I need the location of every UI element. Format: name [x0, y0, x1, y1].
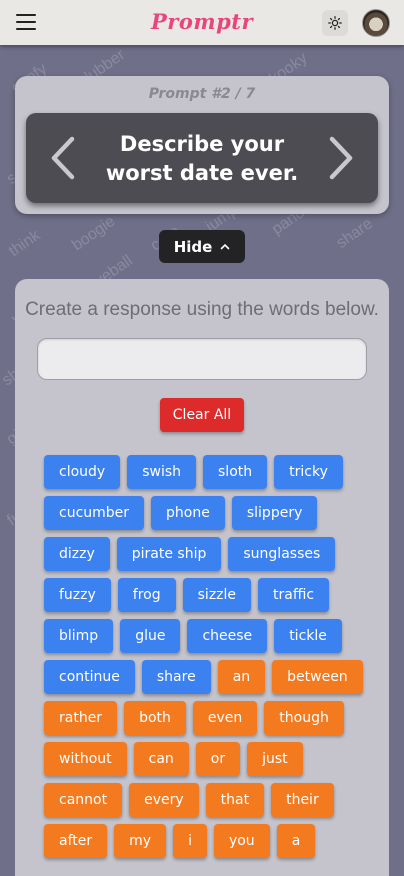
word-chip[interactable]: though [264, 701, 344, 735]
chevron-right-icon[interactable] [326, 135, 356, 181]
word-chip[interactable]: dizzy [44, 537, 110, 571]
word-chip[interactable]: a [276, 824, 316, 858]
clear-all-button[interactable]: Clear All [160, 398, 244, 432]
word-bank: cloudy swish sloth tricky cucumber phone slipp… [44, 455, 374, 858]
prompt-card: Prompt #2 / 7 Describe your worst date e… [15, 76, 389, 214]
sun-icon [328, 16, 342, 30]
word-chip[interactable]: glue [120, 619, 181, 653]
word-chip[interactable]: fuzzy [44, 578, 111, 612]
hide-toggle-button[interactable]: Hide [159, 230, 245, 263]
prompt-text: Describe your worst date ever. [105, 132, 299, 185]
word-chip[interactable]: after [44, 824, 108, 858]
word-chip[interactable]: blimp [44, 619, 114, 653]
word-chip[interactable]: that [205, 783, 265, 817]
word-chip[interactable]: can [133, 742, 189, 776]
prompt-display: Describe your worst date ever. [26, 113, 378, 203]
word-chip[interactable]: slippery [231, 496, 318, 530]
word-chip[interactable]: every [129, 783, 199, 817]
word-chip[interactable]: cloudy [44, 455, 121, 489]
word-chip[interactable]: or [195, 742, 241, 776]
background-word: share [333, 215, 377, 253]
word-chip[interactable]: frog [117, 578, 176, 612]
instruction-text: Create a response using the words below. [25, 299, 379, 320]
word-chip[interactable]: phone [151, 496, 225, 530]
user-avatar[interactable] [362, 9, 390, 37]
word-chip[interactable]: cheese [187, 619, 268, 653]
word-chip[interactable]: i [173, 824, 207, 858]
word-chip[interactable]: between [272, 660, 363, 694]
word-chip[interactable]: share [141, 660, 211, 694]
background-word: think [5, 226, 44, 261]
chevron-left-icon[interactable] [48, 135, 78, 181]
background-word: boogie [69, 212, 119, 255]
response-panel: Create a response using the words below.… [15, 279, 389, 876]
prompt-counter: Prompt #2 / 7 [148, 86, 256, 102]
word-chip[interactable]: tickle [274, 619, 342, 653]
word-chip[interactable]: traffic [258, 578, 330, 612]
word-chip[interactable]: without [44, 742, 127, 776]
word-chip[interactable]: their [271, 783, 334, 817]
word-chip[interactable]: rather [44, 701, 118, 735]
top-app-bar: Promptr [0, 0, 404, 45]
word-chip[interactable]: sunglasses [228, 537, 336, 571]
hide-toggle-label: Hide [173, 237, 213, 256]
word-chip[interactable]: continue [44, 660, 135, 694]
word-chip[interactable]: swish [127, 455, 197, 489]
response-input[interactable] [37, 338, 367, 380]
word-chip[interactable]: just [247, 742, 303, 776]
word-chip[interactable]: tricky [274, 455, 343, 489]
word-chip[interactable]: even [192, 701, 258, 735]
word-chip[interactable]: my [114, 824, 167, 858]
word-chip[interactable]: both [124, 701, 186, 735]
word-chip[interactable]: an [217, 660, 266, 694]
word-chip[interactable]: cucumber [44, 496, 145, 530]
word-chip[interactable]: sloth [203, 455, 268, 489]
word-chip[interactable]: you [213, 824, 270, 858]
word-chip[interactable]: sizzle [182, 578, 252, 612]
theme-toggle-button[interactable] [322, 10, 348, 36]
word-chip[interactable]: pirate ship [116, 537, 222, 571]
chevron-up-icon [220, 243, 230, 250]
word-chip[interactable]: cannot [44, 783, 123, 817]
